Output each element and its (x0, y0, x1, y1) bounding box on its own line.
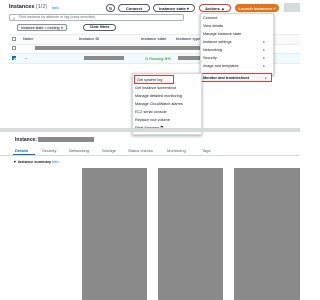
redacted-block (284, 3, 300, 12)
submenu-item-cloudwatch-alarms[interactable]: Manage CloudWatch alarms (135, 102, 183, 106)
submenu-item-replace-root-volume[interactable]: Replace root volume (135, 118, 170, 122)
redacted-block (82, 168, 147, 300)
launch-instances-button[interactable]: Launch instances ▾ (235, 4, 279, 12)
redacted-block (84, 56, 124, 60)
details-title: Instance: (15, 137, 37, 143)
instance-summary-toggle[interactable]: ▼ Instance summary Info (13, 160, 59, 164)
redacted-block (158, 168, 223, 300)
caret-right-icon: ▸ (263, 64, 265, 68)
info-link[interactable]: Info (52, 5, 59, 10)
status-running: ⊙ Running ⊕⊖ (145, 57, 171, 61)
redacted-block (234, 168, 300, 300)
summary-info-link[interactable]: Info (52, 160, 58, 164)
refresh-icon: ↻ (108, 6, 113, 11)
details-tabs: Details Security Networking Storage Stat… (0, 145, 300, 156)
submenu-item-instance-screenshot[interactable]: Get instance screenshot (135, 86, 176, 90)
caret-right-icon: ▸ (263, 56, 265, 60)
row-name: – (25, 56, 28, 60)
connect-button[interactable]: Connect (118, 4, 150, 12)
row-checkbox[interactable] (12, 46, 16, 50)
active-tab-indicator (13, 154, 35, 155)
submenu-item-detailed-monitoring[interactable]: Manage detailed monitoring (135, 94, 182, 98)
actions-button[interactable]: Actions ▲ (199, 4, 231, 12)
tab-details[interactable]: Details (15, 148, 28, 153)
tab-status-checks[interactable]: Status checks (128, 148, 153, 153)
search-icon: ⌕ (13, 16, 16, 21)
redacted-block (35, 46, 200, 50)
row-checkbox-checked[interactable] (12, 56, 16, 60)
tab-monitoring[interactable]: Monitoring (167, 148, 186, 153)
actions-menu: Connect View details Manage instance sta… (200, 13, 274, 75)
filter-chip[interactable]: Instance state = running ✕ (17, 24, 68, 31)
caret-right-icon: ▸ (263, 48, 265, 52)
refresh-button[interactable]: ↻ (106, 4, 115, 12)
caret-right-icon: ▸ (263, 40, 265, 44)
tab-security[interactable]: Security (42, 148, 56, 153)
menu-item-instance-settings[interactable]: Instance settings ▸ (203, 40, 269, 44)
col-name[interactable]: Name (23, 37, 33, 41)
menu-item-manage-state[interactable]: Manage instance state (203, 32, 241, 36)
redacted-block (178, 56, 200, 60)
select-all-checkbox[interactable] (12, 37, 16, 41)
instance-state-button[interactable]: Instance state ▾ (153, 4, 195, 12)
redacted-block (38, 137, 94, 142)
col-instance-state[interactable]: Instance state (141, 37, 166, 41)
search-input[interactable]: ⌕ Find instance by attribute or tag (cas… (9, 14, 184, 21)
monitor-submenu: Get system log Get instance screenshot M… (132, 73, 202, 135)
menu-item-security[interactable]: Security ▸ (203, 56, 269, 60)
menu-item-view-details[interactable]: View details (203, 24, 223, 28)
panel-resize-handle[interactable] (0, 128, 300, 132)
menu-item-networking[interactable]: Networking ▸ (203, 48, 269, 52)
tab-tags[interactable]: Tags (202, 148, 210, 153)
menu-item-connect[interactable]: Connect (203, 16, 217, 20)
menu-item-monitor-troubleshoot[interactable]: Monitor and troubleshoot ▸ (200, 73, 272, 82)
tab-storage[interactable]: Storage (102, 148, 116, 153)
page-title: Instances (1/2) (9, 4, 48, 10)
submenu-item-get-system-log[interactable]: Get system log (134, 75, 174, 84)
tab-networking[interactable]: Networking (69, 148, 89, 153)
clear-filters-button[interactable]: Clear filters (83, 24, 116, 31)
caret-right-icon: ▸ (265, 75, 267, 80)
col-instance-type[interactable]: Instance type (176, 37, 200, 41)
menu-item-image-templates[interactable]: Image and templates ▸ (203, 64, 269, 68)
col-instance-id[interactable]: Instance ID (79, 37, 99, 41)
submenu-item-serial-console[interactable]: EC2 serial console (135, 110, 167, 114)
